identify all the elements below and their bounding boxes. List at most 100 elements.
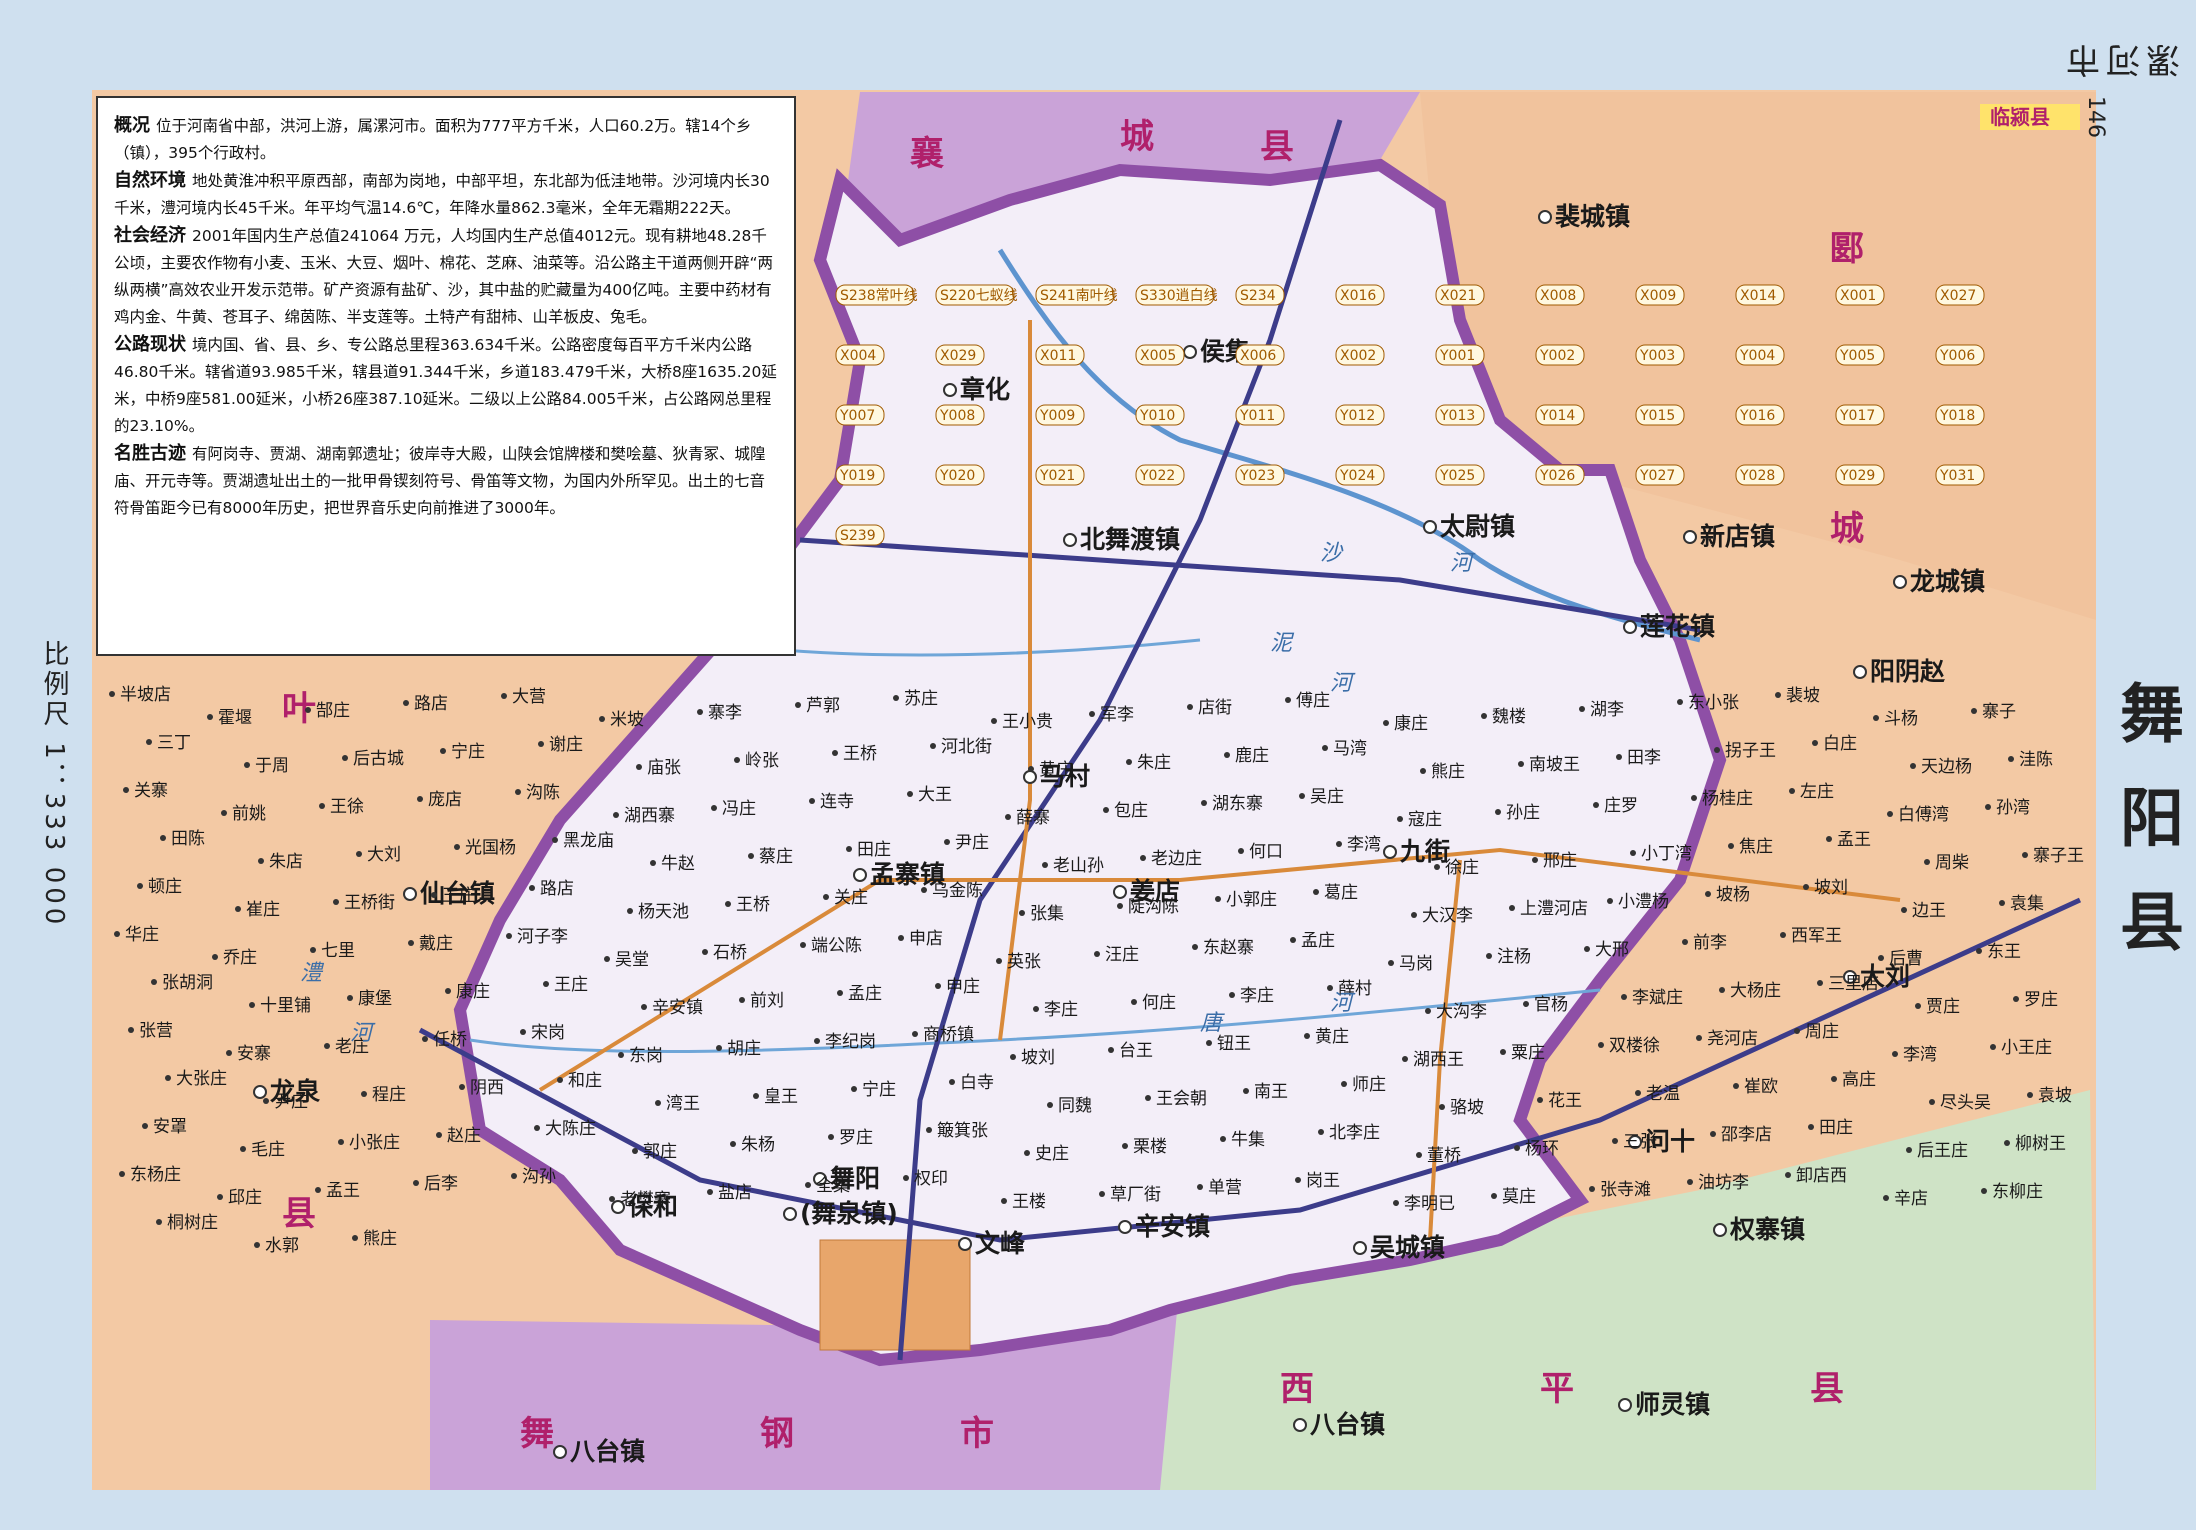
village-label: 大邢 <box>1595 940 1629 960</box>
village-label: 尽头吴 <box>1940 1093 1991 1113</box>
village-dot <box>156 1219 162 1225</box>
village-dot <box>609 1196 615 1202</box>
village-dot <box>244 762 250 768</box>
village-dot <box>305 707 311 713</box>
village-label: 杨天池 <box>638 902 689 922</box>
village-label: 前刘 <box>750 991 784 1011</box>
village-label: 斗杨 <box>1884 709 1918 729</box>
town-label: 权寨镇 <box>1729 1215 1805 1244</box>
neighbor-label: 舞 <box>520 1414 554 1454</box>
road-label: Y029 <box>1839 468 1875 484</box>
village-label: 沟孙 <box>522 1167 556 1187</box>
village-dot <box>650 860 656 866</box>
village-dot <box>1612 1138 1618 1144</box>
village-dot <box>1990 1044 1996 1050</box>
village-label: 尧河店 <box>1707 1029 1758 1049</box>
village-dot <box>319 803 325 809</box>
neighbor-label: 钢 <box>760 1414 794 1454</box>
village-dot <box>1981 1188 1987 1194</box>
village-dot <box>1313 889 1319 895</box>
village-dot <box>501 693 507 699</box>
road-label: S241南叶线 <box>1040 288 1118 304</box>
village-label: 芦郭 <box>806 696 840 716</box>
village-label: 谢庄 <box>549 735 583 755</box>
town-marker <box>403 887 417 901</box>
village-dot <box>1705 891 1711 897</box>
village-dot <box>1929 1099 1935 1105</box>
town-marker <box>553 1445 567 1459</box>
village-label: 栗楼 <box>1133 1137 1167 1157</box>
town-label: 辛安镇 <box>1135 1212 1210 1241</box>
village-label: 周庄 <box>1805 1022 1839 1042</box>
village-dot <box>1826 836 1832 842</box>
village-label: 史庄 <box>1035 1144 1069 1164</box>
town-label: 阳阴赵 <box>1870 657 1946 686</box>
road-label: Y027 <box>1639 468 1675 484</box>
page-header: 漯河市 <box>2060 39 2180 79</box>
village-dot <box>800 942 806 948</box>
village-dot <box>119 1171 125 1177</box>
village-label: 熊庄 <box>1431 762 1465 782</box>
village-label: 上澧河店 <box>1520 899 1588 919</box>
neighbor-label: 西 <box>1280 1369 1314 1409</box>
village-dot <box>604 956 610 962</box>
village-dot <box>1206 1040 1212 1046</box>
village-dot <box>725 901 731 907</box>
village-dot <box>1416 1152 1422 1158</box>
village-label: 湖东寨 <box>1212 794 1263 814</box>
village-dot <box>511 1173 517 1179</box>
village-dot <box>935 983 941 989</box>
village-label: 张营 <box>139 1021 173 1041</box>
info-section: 社会经济 2001年国内生产总值241064 万元，人均国内生产总值4012元。现… <box>114 222 780 331</box>
info-section: 公路现状 境内国、省、县、乡、专公路总里程363.634千米。公路密度每百平方千米… <box>114 331 780 440</box>
village-dot <box>1108 1047 1114 1053</box>
town-marker <box>1618 1398 1632 1412</box>
village-label: 老樊寨 <box>620 1190 671 1210</box>
road-label: Y008 <box>939 408 975 424</box>
village-label: 草厂街 <box>1110 1185 1161 1205</box>
village-label: 吴堂 <box>615 950 649 970</box>
village-dot <box>1187 704 1193 710</box>
info-text: 位于河南省中部，洪河上游，属漯河市。面积为777平方千米，人口60.2万。辖14… <box>114 117 752 162</box>
village-label: 冯庄 <box>722 799 756 819</box>
village-dot <box>1976 948 1982 954</box>
village-dot <box>814 1038 820 1044</box>
village-dot <box>1616 754 1622 760</box>
village-label: 宁庄 <box>451 742 485 762</box>
village-dot <box>454 844 460 850</box>
village-label: 骆坡 <box>1450 1098 1484 1118</box>
village-label: 洼陈 <box>2019 750 2053 770</box>
village-label: 袁集 <box>2010 894 2044 914</box>
village-label: 三丁 <box>157 733 191 753</box>
road-label: Y013 <box>1439 408 1475 424</box>
town-marker <box>783 1207 797 1221</box>
village-dot <box>1584 946 1590 952</box>
neighbor-label: 郾 <box>1830 229 1864 269</box>
village-label: 老温 <box>1646 1084 1680 1104</box>
road-label: S330逍白线 <box>1140 288 1218 304</box>
village-label: 盐店 <box>718 1183 752 1203</box>
village-dot <box>1728 843 1734 849</box>
info-heading: 概况 <box>114 115 150 136</box>
village-dot <box>417 796 423 802</box>
village-dot <box>520 1029 526 1035</box>
road-label: Y023 <box>1239 468 1275 484</box>
info-text: 有阿岗寺、贾湖、湖南郭遗址；彼岸寺大殿，山陕会馆牌楼和樊哙墓、狄青冢、城隍庙、开… <box>114 445 766 517</box>
village-label: 店街 <box>1198 698 1232 718</box>
village-label: 孟庄 <box>848 984 882 1004</box>
info-section: 概况 位于河南省中部，洪河上游，属漯河市。面积为777平方千米，人口60.2万。辖… <box>114 112 780 167</box>
village-dot <box>930 743 936 749</box>
village-dot <box>151 979 157 985</box>
village-label: 王会朝 <box>1156 1089 1207 1109</box>
village-dot <box>1089 711 1095 717</box>
village-label: 田庄 <box>1819 1118 1853 1138</box>
village-dot <box>716 1045 722 1051</box>
village-dot <box>991 718 997 724</box>
village-dot <box>1383 720 1389 726</box>
village-dot <box>352 1235 358 1241</box>
village-label: 沟陈 <box>526 783 560 803</box>
village-dot <box>408 940 414 946</box>
town-label: 章化 <box>960 375 1010 404</box>
village-label: 张寺滩 <box>1600 1180 1651 1200</box>
village-label: 邢庄 <box>1543 851 1577 871</box>
